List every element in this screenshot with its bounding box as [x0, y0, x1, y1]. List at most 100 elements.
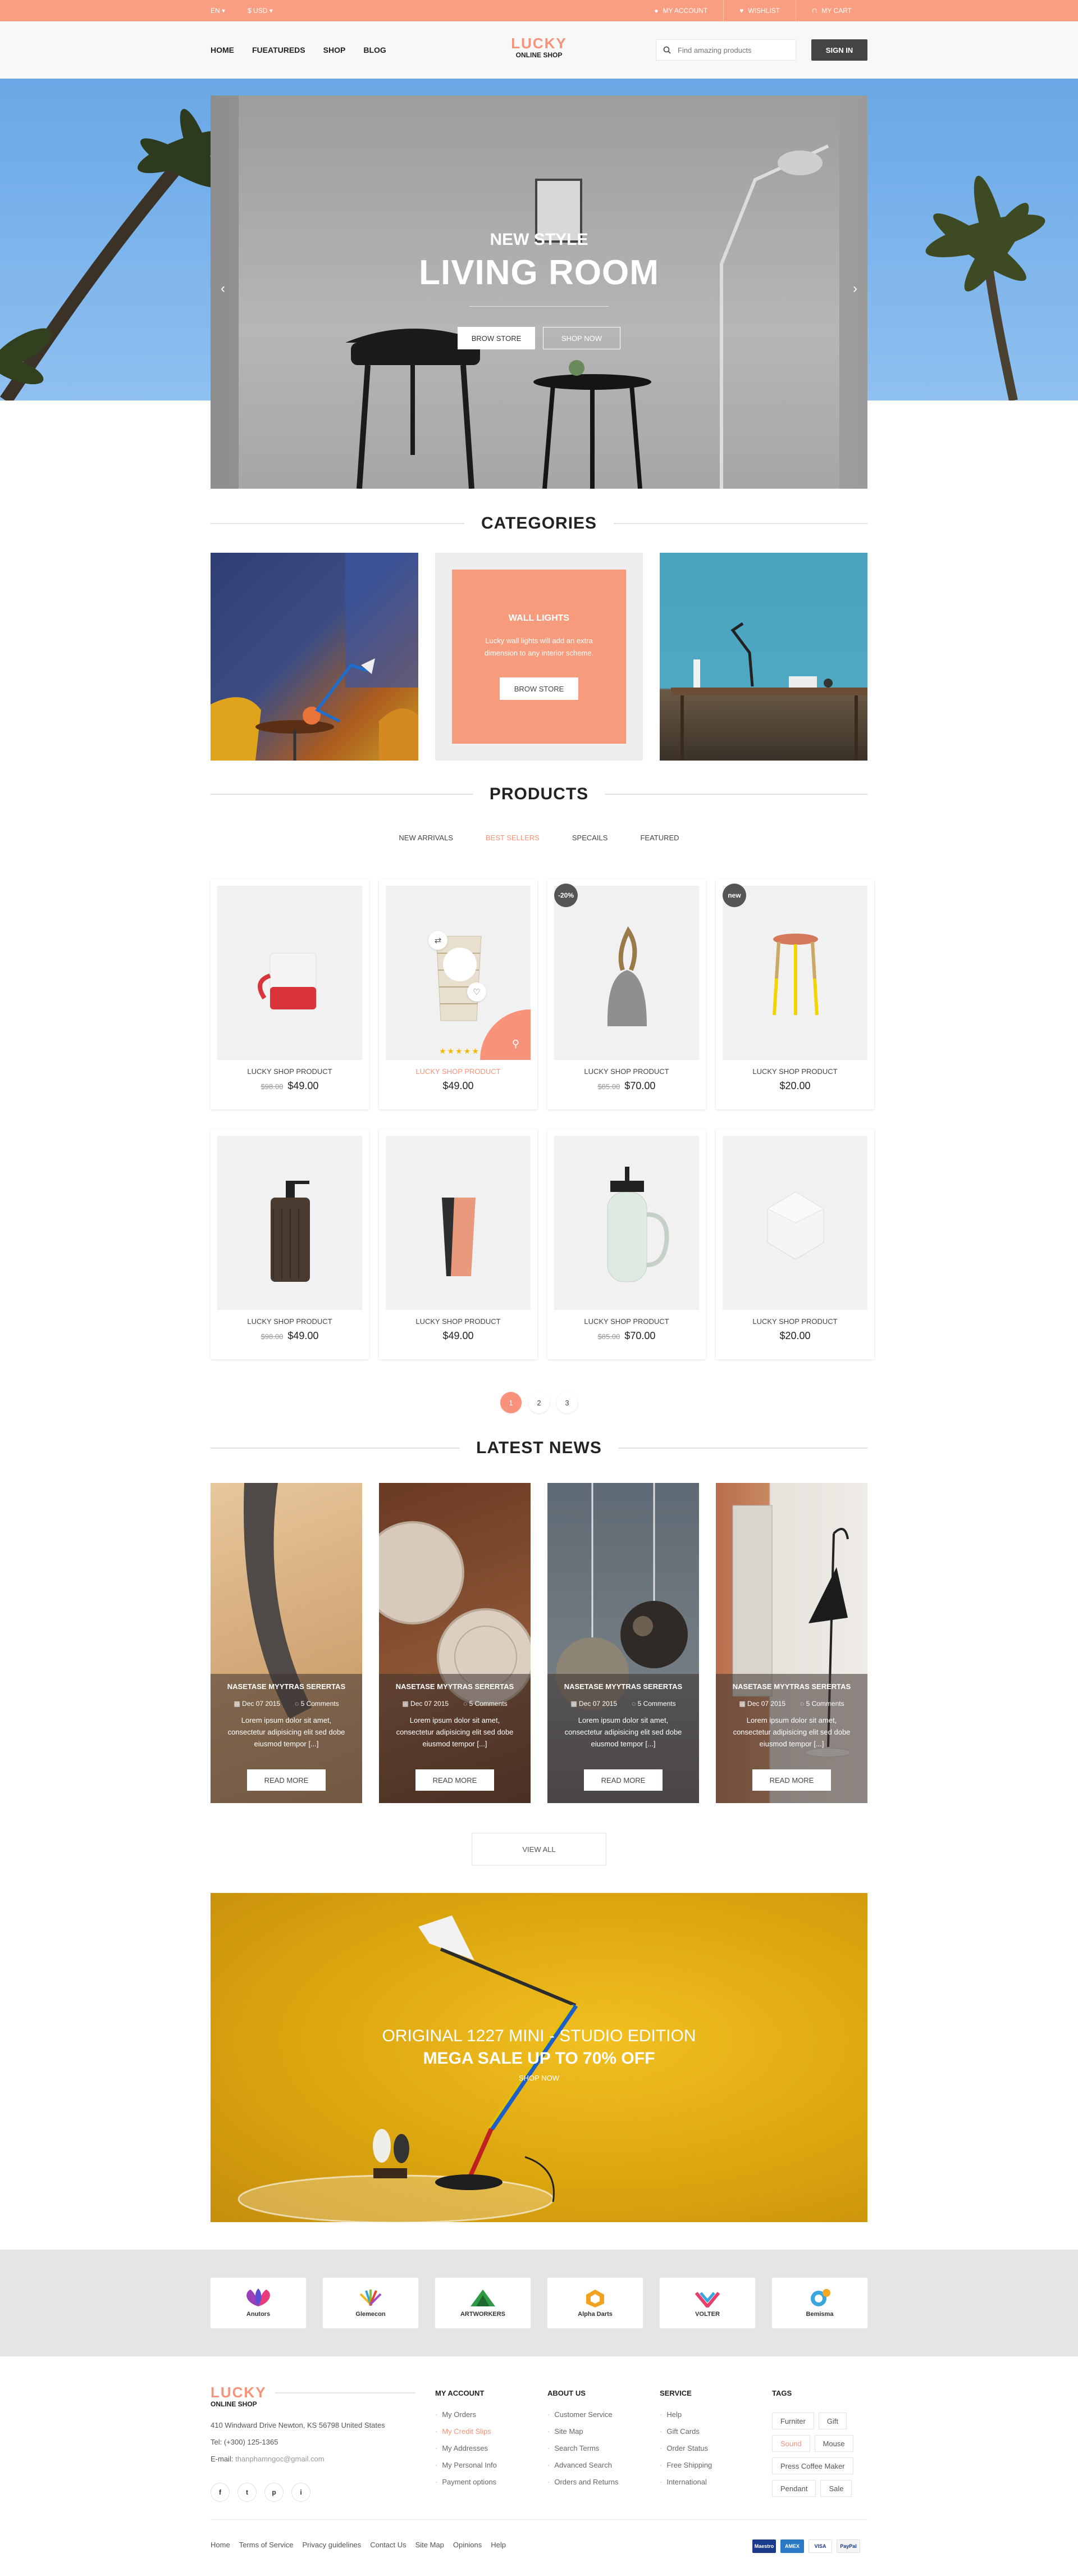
page-2-button[interactable]: 2 [528, 1392, 550, 1413]
brand-logo-glemecon[interactable]: Glemecon [323, 2278, 418, 2328]
tag[interactable]: Press Coffee Maker [772, 2457, 853, 2474]
product-card[interactable]: LUCKY SHOP PRODUCT $98.00 $49.00 [211, 1129, 369, 1359]
tag[interactable]: Mouse [814, 2435, 853, 2452]
product-image-french-press[interactable] [554, 1136, 699, 1310]
footer-bottom-link[interactable]: Privacy guidelines [303, 2541, 362, 2549]
tag[interactable]: Gift [818, 2413, 847, 2429]
product-image-stool[interactable] [723, 886, 867, 1060]
nav-shop[interactable]: SHOP [323, 45, 346, 54]
nav-blog[interactable]: BLOG [363, 45, 386, 54]
product-card[interactable]: new LUCKY SHOP PRODUCT $20.00 [716, 879, 874, 1109]
category-card-tables[interactable] [660, 553, 867, 761]
hero-shop-now-button[interactable]: SHOP NOW [543, 327, 620, 349]
pinterest-icon[interactable]: p [264, 2483, 284, 2502]
banner-shop-now-link[interactable]: SHOP NOW [211, 2074, 867, 2082]
news-card[interactable]: NASETASE MYYTRAS SERERTAS ▦ Dec 07 2015 ◌… [547, 1483, 699, 1803]
tab-featured[interactable]: FEATURED [640, 834, 679, 842]
footer-link[interactable]: International [660, 2474, 712, 2491]
footer-link[interactable]: Advanced Search [547, 2457, 619, 2474]
language-selector[interactable]: EN ▾ [211, 7, 225, 15]
product-image-doorstop[interactable] [554, 886, 699, 1060]
footer-bottom-link[interactable]: Terms of Service [239, 2541, 294, 2549]
tag[interactable]: Pendant [772, 2480, 816, 2497]
page-3-button[interactable]: 3 [556, 1392, 578, 1413]
footer-bottom-link[interactable]: Site Map [415, 2541, 444, 2549]
news-card[interactable]: NASETASE MYYTRAS SERERTAS ▦ Dec 07 2015 ◌… [379, 1483, 531, 1803]
footer-link[interactable]: My Orders [435, 2406, 497, 2423]
view-all-button[interactable]: VIEW ALL [472, 1833, 606, 1865]
news-title[interactable]: NASETASE MYYTRAS SERERTAS [716, 1682, 867, 1691]
footer-bottom-link[interactable]: Home [211, 2541, 230, 2549]
category-card-wall-lights[interactable]: WALL LIGHTS Lucky wall lights will add a… [435, 553, 643, 761]
product-image-soap-dispenser[interactable] [217, 1136, 362, 1310]
footer-bottom-link[interactable]: Help [491, 2541, 506, 2549]
product-image-basket[interactable]: ⇄ ♡ ★★★★★ ⚲ [386, 886, 531, 1060]
brand-logo-anutors[interactable]: Anutors [211, 2278, 306, 2328]
hero-brow-store-button[interactable]: BROW STORE [458, 327, 535, 349]
wall-lights-brow-store-button[interactable]: BROW STORE [500, 677, 578, 700]
twitter-icon[interactable]: t [237, 2483, 257, 2502]
news-title[interactable]: NASETASE MYYTRAS SERERTAS [547, 1682, 699, 1691]
page-1-button[interactable]: 1 [500, 1392, 522, 1413]
chevron-right-icon[interactable]: › [853, 281, 857, 297]
news-title[interactable]: NASETASE MYYTRAS SERERTAS [211, 1682, 362, 1691]
my-account-link[interactable]: ● MY ACCOUNT [638, 0, 723, 21]
footer-bottom-link[interactable]: Contact Us [370, 2541, 406, 2549]
product-name[interactable]: LUCKY SHOP PRODUCT [547, 1317, 706, 1326]
nav-home[interactable]: HOME [211, 45, 234, 54]
chevron-left-icon[interactable]: ‹ [221, 281, 225, 297]
read-more-button[interactable]: READ MORE [752, 1769, 831, 1791]
footer-link[interactable]: Site Map [547, 2423, 619, 2440]
product-card[interactable]: ⇄ ♡ ★★★★★ ⚲ LUCKY SHOP PRODUCT $49.00 [379, 879, 537, 1109]
compare-icon[interactable]: ⇄ [428, 931, 447, 950]
footer-link[interactable]: Orders and Returns [547, 2474, 618, 2491]
heart-icon[interactable]: ♡ [467, 982, 486, 1002]
tag[interactable]: Sale [820, 2480, 852, 2497]
read-more-button[interactable]: READ MORE [247, 1769, 326, 1791]
tab-best-sellers[interactable]: BEST SELLERS [486, 834, 540, 842]
product-name[interactable]: LUCKY SHOP PRODUCT [379, 1317, 537, 1326]
email-link[interactable]: thanphamngoc@gmail.com [235, 2455, 324, 2463]
product-card[interactable]: -20% LUCKY SHOP PRODUCT $85.00 $70.00 [547, 879, 706, 1109]
news-title[interactable]: NASETASE MYYTRAS SERERTAS [379, 1682, 531, 1691]
site-logo[interactable]: LUCKY ONLINE SHOP [505, 36, 573, 60]
brand-logo-volter[interactable]: VOLTER [660, 2278, 755, 2328]
footer-link[interactable]: My Addresses [435, 2440, 497, 2457]
footer-link[interactable]: Gift Cards [660, 2423, 712, 2440]
footer-logo[interactable]: LUCKY ONLINE SHOP [211, 2384, 267, 2408]
footer-bottom-link[interactable]: Opinions [453, 2541, 482, 2549]
tab-specails[interactable]: SPECAILS [572, 834, 608, 842]
footer-link[interactable]: Order Status [660, 2440, 712, 2457]
product-card[interactable]: LUCKY SHOP PRODUCT $98.00 $49.00 [211, 879, 369, 1109]
facebook-icon[interactable]: f [211, 2483, 230, 2502]
footer-link[interactable]: Payment options [435, 2474, 497, 2491]
tab-new-arrivals[interactable]: NEW ARRIVALS [399, 834, 453, 842]
footer-link[interactable]: Search Terms [547, 2440, 619, 2457]
news-card[interactable]: NASETASE MYYTRAS SERERTAS ▦ Dec 07 2015 ◌… [211, 1483, 362, 1803]
brand-logo-artworkers[interactable]: ARTWORKERS [435, 2278, 531, 2328]
product-name[interactable]: LUCKY SHOP PRODUCT [716, 1067, 874, 1076]
product-card[interactable]: LUCKY SHOP PRODUCT $20.00 [716, 1129, 874, 1359]
product-name[interactable]: LUCKY SHOP PRODUCT [211, 1317, 369, 1326]
product-image-geometric-speaker[interactable] [723, 1136, 867, 1310]
footer-link[interactable]: Free Shipping [660, 2457, 712, 2474]
footer-link[interactable]: Help [660, 2406, 712, 2423]
tag[interactable]: Furniter [772, 2413, 814, 2429]
read-more-button[interactable]: READ MORE [584, 1769, 663, 1791]
product-card[interactable]: LUCKY SHOP PRODUCT $85.00 $70.00 [547, 1129, 706, 1359]
search-input[interactable] [678, 45, 784, 54]
category-card-chairs[interactable] [211, 553, 418, 761]
footer-link[interactable]: My Personal Info [435, 2457, 497, 2474]
news-card[interactable]: NASETASE MYYTRAS SERERTAS ▦ Dec 07 2015 ◌… [716, 1483, 867, 1803]
footer-link[interactable]: My Credit Slips [435, 2423, 497, 2440]
nav-featureds[interactable]: FUEATUREDS [252, 45, 305, 54]
currency-selector[interactable]: $ USD ▾ [248, 7, 273, 15]
product-image-mug[interactable] [217, 886, 362, 1060]
instagram-icon[interactable]: i [291, 2483, 310, 2502]
promo-banner[interactable]: ORIGINAL 1227 MINI - STUDIO EDITION MEGA… [211, 1893, 867, 2222]
brand-logo-alpha-darts[interactable]: Alpha Darts [547, 2278, 643, 2328]
wishlist-link[interactable]: ♥ WISHLIST [723, 0, 796, 21]
brand-logo-bemisma[interactable]: Bemisma [772, 2278, 867, 2328]
product-name[interactable]: LUCKY SHOP PRODUCT [547, 1067, 706, 1076]
my-cart-link[interactable]: ⊓ MY CART [796, 0, 867, 21]
